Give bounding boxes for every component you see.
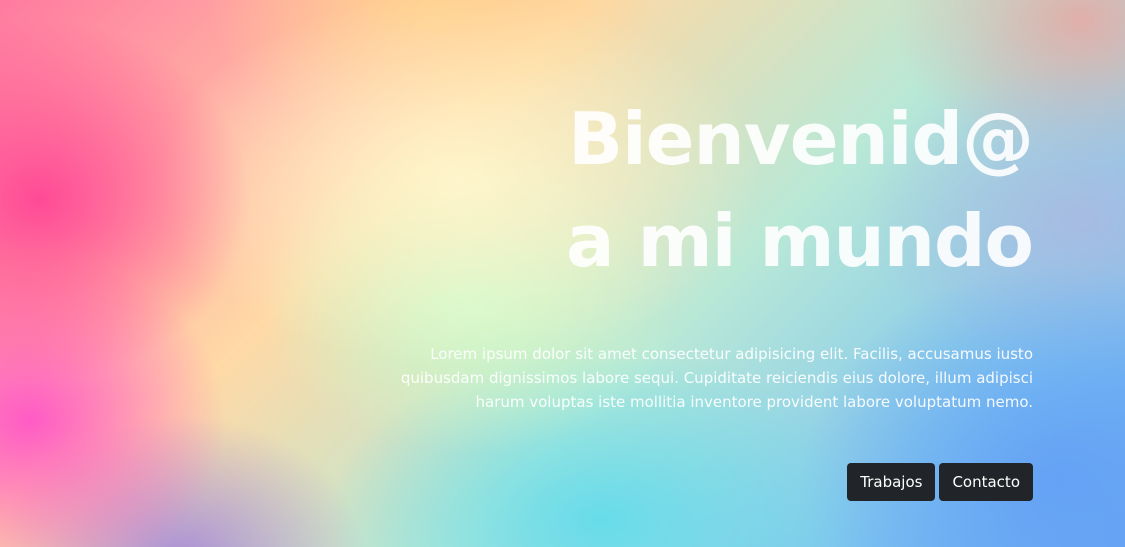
contacto-button[interactable]: Contacto [939,463,1033,501]
hero-title: Bienvenid@ a mi mundo [393,88,1034,292]
hero-title-line-1: Bienvenid@ [568,97,1034,181]
trabajos-button[interactable]: Trabajos [847,463,936,501]
hero-content: Bienvenid@ a mi mundo Lorem ipsum dolor … [393,88,1034,501]
hero-description: Lorem ipsum dolor sit amet consectetur a… [400,345,1033,411]
hero-actions: Trabajos Contacto [393,463,1033,501]
hero-title-line-2: a mi mundo [566,199,1034,283]
hero-section: Bienvenid@ a mi mundo Lorem ipsum dolor … [0,0,1125,547]
